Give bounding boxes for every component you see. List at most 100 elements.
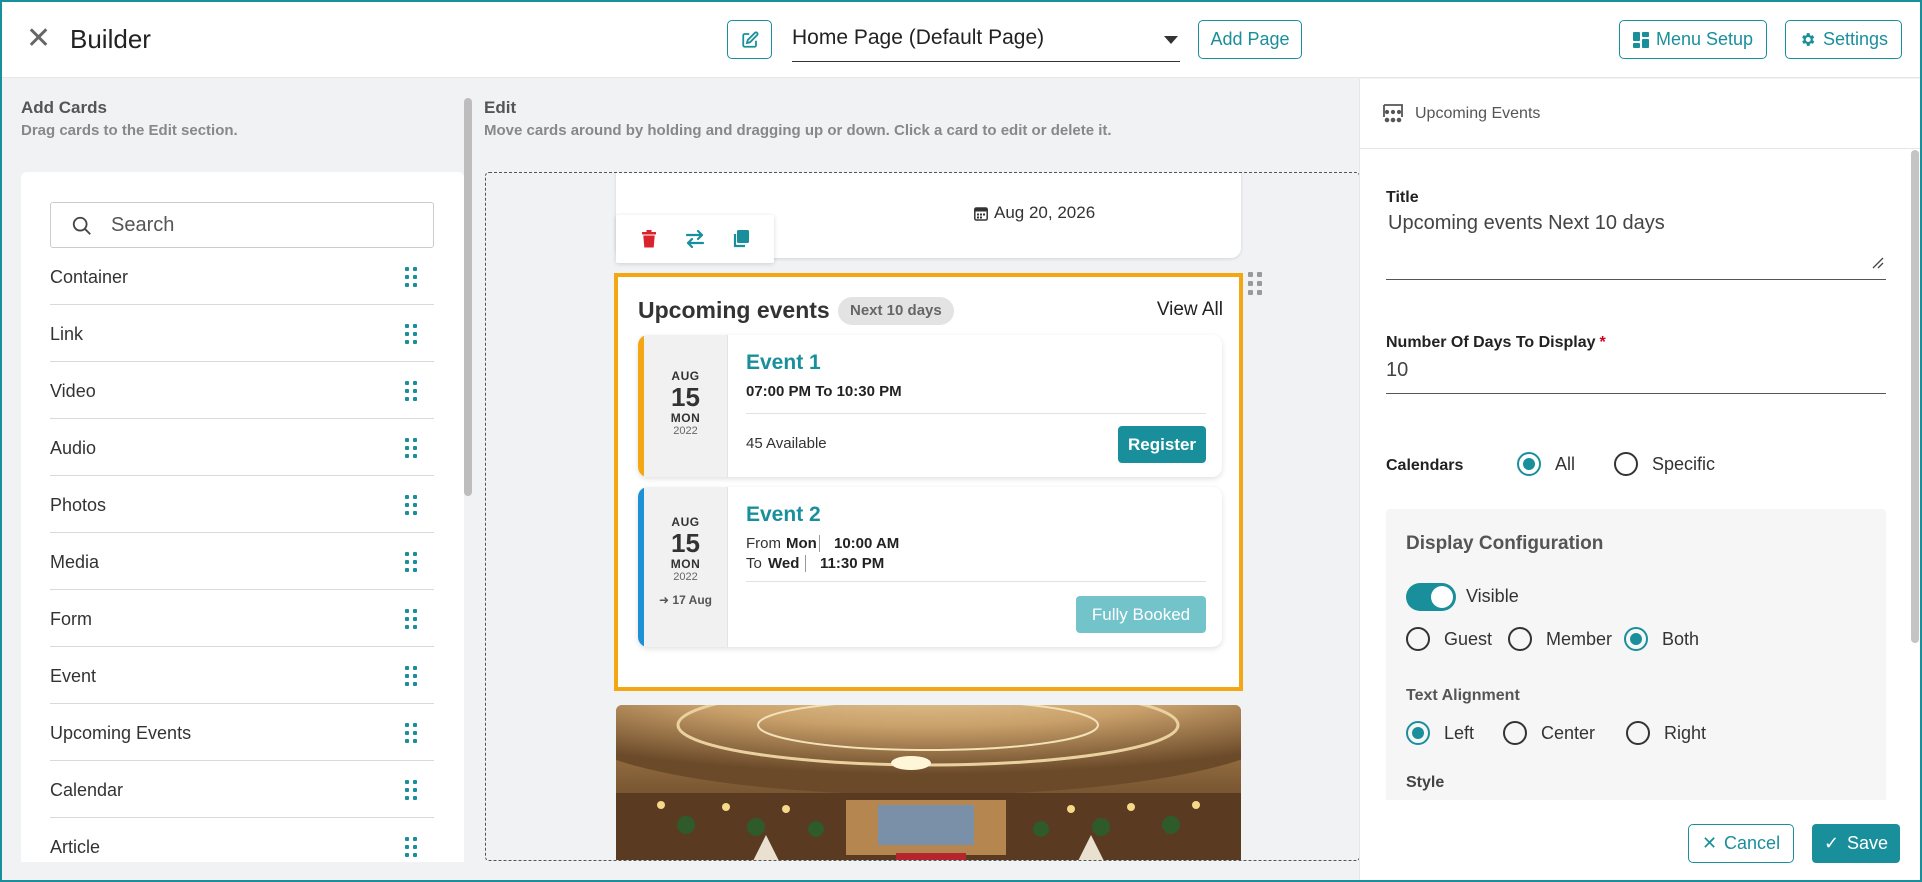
text-alignment-label: Text Alignment bbox=[1406, 687, 1520, 704]
radio-empty-icon bbox=[1406, 627, 1430, 651]
audience-member-label: Member bbox=[1546, 628, 1613, 649]
audience-guest-radio[interactable]: Guest bbox=[1406, 627, 1492, 651]
event-date-range: From Mon 10:00 AM To Wed 11:30 PM bbox=[746, 533, 899, 573]
save-button[interactable]: ✓ Save bbox=[1812, 824, 1900, 863]
top-bar: ✕ Builder Home Page (Default Page) Add P… bbox=[0, 0, 1922, 78]
calendars-all-label: All bbox=[1555, 453, 1576, 474]
card-item-label: Photos bbox=[50, 495, 107, 515]
event-name[interactable]: Event 2 bbox=[746, 503, 821, 527]
trash-icon bbox=[642, 230, 656, 248]
required-marker: * bbox=[1599, 334, 1606, 351]
upcoming-events-title: Upcoming events bbox=[638, 297, 830, 323]
event-card-1[interactable]: AUG 15 MON 2022 Event 1 07:00 PM To 10:3… bbox=[638, 335, 1222, 477]
display-configuration: Display Configuration Visible Guest Memb… bbox=[1386, 509, 1886, 839]
edit-header: Edit Move cards around by holding and dr… bbox=[484, 98, 1112, 139]
right-scrollbar[interactable] bbox=[1911, 150, 1919, 643]
radio-selected-icon bbox=[1406, 721, 1430, 745]
upcoming-events-badge: Next 10 days bbox=[838, 297, 954, 325]
card-item-media[interactable]: Media bbox=[50, 533, 434, 590]
card-item-label: Upcoming Events bbox=[50, 723, 192, 743]
card-drag-handle-icon[interactable] bbox=[1248, 272, 1264, 296]
resize-handle-icon[interactable] bbox=[1872, 257, 1884, 269]
visible-toggle[interactable] bbox=[1406, 583, 1456, 611]
audience-guest-label: Guest bbox=[1444, 628, 1493, 649]
title-textarea[interactable]: Upcoming events Next 10 days bbox=[1386, 212, 1886, 280]
arrow-right-icon: ➜ bbox=[659, 593, 670, 607]
check-icon: ✓ bbox=[1823, 833, 1840, 854]
previous-card-date-text: Aug 20, 2026 bbox=[994, 203, 1096, 222]
title-label: Title bbox=[1386, 189, 1419, 206]
card-item-upcoming-events[interactable]: Upcoming Events bbox=[50, 704, 434, 761]
delete-card-button[interactable] bbox=[634, 224, 664, 254]
edit-page-button[interactable] bbox=[727, 20, 772, 59]
card-item-article[interactable]: Article bbox=[50, 818, 434, 862]
event-name[interactable]: Event 1 bbox=[746, 351, 821, 375]
card-item-label: Media bbox=[50, 552, 100, 572]
drag-handle-icon[interactable] bbox=[405, 552, 417, 572]
left-scrollbar[interactable] bbox=[464, 98, 472, 496]
search-input[interactable] bbox=[111, 211, 411, 239]
register-button[interactable]: Register bbox=[1118, 426, 1206, 463]
close-icon[interactable]: ✕ bbox=[26, 24, 56, 54]
card-item-video[interactable]: Video bbox=[50, 362, 434, 419]
days-input[interactable]: 10 bbox=[1386, 359, 1886, 394]
card-item-event[interactable]: Event bbox=[50, 647, 434, 704]
card-toolbar bbox=[616, 215, 774, 263]
copy-card-button[interactable] bbox=[726, 224, 756, 254]
edit-drop-zone[interactable]: Aug 20, 2026 Upcoming events Next 10 day… bbox=[485, 172, 1360, 861]
drag-handle-icon[interactable] bbox=[405, 609, 417, 629]
event-year: 2022 bbox=[673, 571, 698, 583]
add-page-button[interactable]: Add Page bbox=[1198, 20, 1302, 59]
swap-card-button[interactable] bbox=[680, 224, 710, 254]
audience-both-label: Both bbox=[1662, 628, 1700, 649]
hall-photo-card[interactable] bbox=[616, 705, 1241, 860]
builder-title: Builder bbox=[70, 24, 151, 54]
drag-handle-icon[interactable] bbox=[405, 780, 417, 800]
align-center-radio[interactable]: Center bbox=[1503, 721, 1595, 745]
properties-header: Upcoming Events bbox=[1360, 79, 1922, 149]
drag-handle-icon[interactable] bbox=[405, 267, 417, 287]
calendars-specific-radio[interactable]: Specific bbox=[1614, 452, 1715, 476]
align-right-radio[interactable]: Right bbox=[1626, 721, 1706, 745]
drag-handle-icon[interactable] bbox=[405, 723, 417, 743]
card-item-link[interactable]: Link bbox=[50, 305, 434, 362]
drag-handle-icon[interactable] bbox=[405, 495, 417, 515]
card-item-label: Calendar bbox=[50, 780, 124, 800]
menu-setup-button[interactable]: Menu Setup bbox=[1619, 20, 1767, 59]
event-card-2[interactable]: AUG 15 MON 2022 ➜ 17 Aug Event 2 From Mo… bbox=[638, 487, 1222, 647]
card-item-label: Form bbox=[50, 609, 92, 629]
card-item-form[interactable]: Form bbox=[50, 590, 434, 647]
align-left-radio[interactable]: Left bbox=[1406, 721, 1474, 745]
drag-handle-icon[interactable] bbox=[405, 324, 417, 344]
copy-icon bbox=[733, 230, 749, 248]
fully-booked-button[interactable]: Fully Booked bbox=[1076, 596, 1206, 633]
card-item-calendar[interactable]: Calendar bbox=[50, 761, 434, 818]
display-config-title: Display Configuration bbox=[1406, 533, 1604, 554]
event-year: 2022 bbox=[673, 425, 698, 437]
drag-handle-icon[interactable] bbox=[405, 666, 417, 686]
event-to-row: To Wed 11:30 PM bbox=[746, 553, 899, 573]
previous-card-date: Aug 20, 2026 bbox=[974, 203, 1095, 223]
drag-handle-icon[interactable] bbox=[405, 438, 417, 458]
card-item-label: Audio bbox=[50, 438, 97, 458]
upcoming-events-card[interactable]: Upcoming events Next 10 days View All AU… bbox=[614, 273, 1243, 691]
from-day: Mon bbox=[786, 534, 820, 552]
search-box[interactable] bbox=[50, 202, 434, 248]
event-end-date: ➜ 17 Aug bbox=[644, 593, 727, 607]
card-item-photos[interactable]: Photos bbox=[50, 476, 434, 533]
cancel-button[interactable]: ✕ Cancel bbox=[1688, 824, 1794, 863]
card-item-audio[interactable]: Audio bbox=[50, 419, 434, 476]
page-select[interactable]: Home Page (Default Page) bbox=[792, 20, 1180, 62]
drag-handle-icon[interactable] bbox=[405, 837, 417, 857]
card-list: Container Link Video Audio Photos Media … bbox=[50, 248, 434, 862]
card-item-container[interactable]: Container bbox=[50, 248, 434, 305]
card-item-label: Article bbox=[50, 837, 101, 857]
audience-both-radio[interactable]: Both bbox=[1624, 627, 1699, 651]
cancel-label: Cancel bbox=[1724, 833, 1781, 853]
settings-button[interactable]: Settings bbox=[1785, 20, 1902, 59]
drag-handle-icon[interactable] bbox=[405, 381, 417, 401]
calendars-all-radio[interactable]: All bbox=[1517, 452, 1575, 476]
audience-member-radio[interactable]: Member bbox=[1508, 627, 1612, 651]
menu-setup-label: Menu Setup bbox=[1655, 29, 1754, 49]
view-all-link[interactable]: View All bbox=[1157, 299, 1223, 321]
